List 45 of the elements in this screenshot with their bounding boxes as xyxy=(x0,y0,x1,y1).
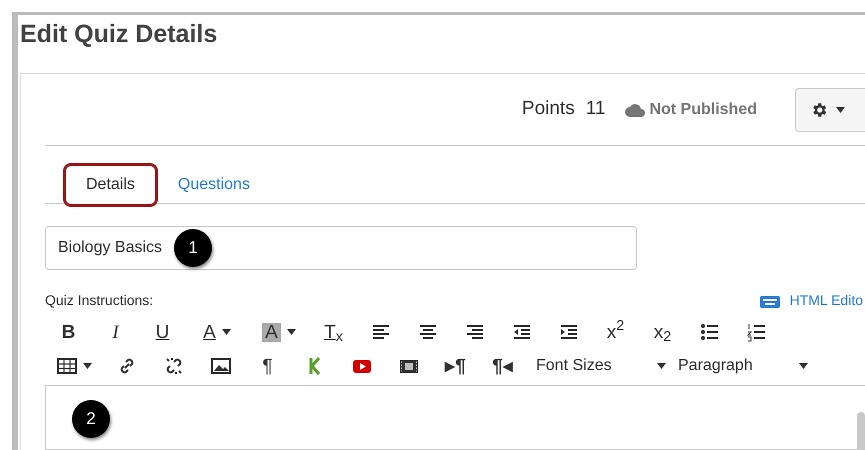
caret-icon xyxy=(836,106,845,112)
toolbar-button[interactable]: A xyxy=(248,318,310,346)
toolbar-button[interactable]: ¶◂ xyxy=(479,352,526,380)
caret-icon xyxy=(82,363,92,369)
toolbar-button[interactable]: I xyxy=(92,318,139,346)
caret-icon xyxy=(657,363,666,369)
indent-icon xyxy=(558,322,578,342)
table-icon xyxy=(56,356,76,376)
align-right-icon xyxy=(464,322,484,342)
bullet-list-icon xyxy=(700,322,720,342)
image-icon xyxy=(210,356,230,376)
callout-badge: 1 xyxy=(174,229,212,267)
html-editor-link[interactable]: HTML Edito xyxy=(790,290,863,311)
points-label: Points xyxy=(522,97,575,122)
quiz-title-field[interactable]: Biology Basics 1 xyxy=(45,226,637,270)
toolbar-button[interactable]: x$^{2}$ xyxy=(592,318,639,346)
outdent-icon xyxy=(512,322,532,342)
broken-link-icon xyxy=(164,356,184,376)
cloud-icon xyxy=(625,102,646,116)
tab[interactable]: Details xyxy=(63,163,158,207)
keyboard-icon xyxy=(760,294,780,308)
dropdown[interactable]: Font Sizes xyxy=(528,352,668,380)
settings-menu-button[interactable] xyxy=(795,88,865,132)
toolbar-button[interactable]: A xyxy=(186,318,248,346)
align-left-icon xyxy=(370,322,390,342)
callout-badge: 2 xyxy=(72,400,110,438)
instructions-label: Quiz Instructions: xyxy=(45,291,154,310)
dropdown[interactable]: Paragraph xyxy=(670,352,810,380)
tab[interactable]: Questions xyxy=(158,163,270,207)
toolbar-button[interactable]: T$_{x}$ xyxy=(310,318,357,346)
align-center-icon xyxy=(418,322,438,342)
toolbar-button[interactable]: B xyxy=(45,318,92,346)
publish-status: Not Published xyxy=(649,100,757,120)
toolbar-button[interactable]: x$_{2}$ xyxy=(639,318,686,346)
numbered-list-icon xyxy=(746,322,766,342)
points-value: 11 xyxy=(586,97,606,122)
field-value: Biology Basics xyxy=(58,238,162,258)
caret-icon xyxy=(222,329,231,335)
toolbar-button[interactable]: ¶ xyxy=(244,352,291,380)
toolbar-button[interactable]: U xyxy=(139,318,186,346)
page-title: Edit Quiz Details xyxy=(20,19,218,49)
rich-text-editor[interactable]: 2 xyxy=(45,385,865,450)
toolbar-button[interactable]: ▸¶ xyxy=(432,352,479,380)
caret-icon xyxy=(286,329,296,335)
caret-icon xyxy=(799,363,808,369)
